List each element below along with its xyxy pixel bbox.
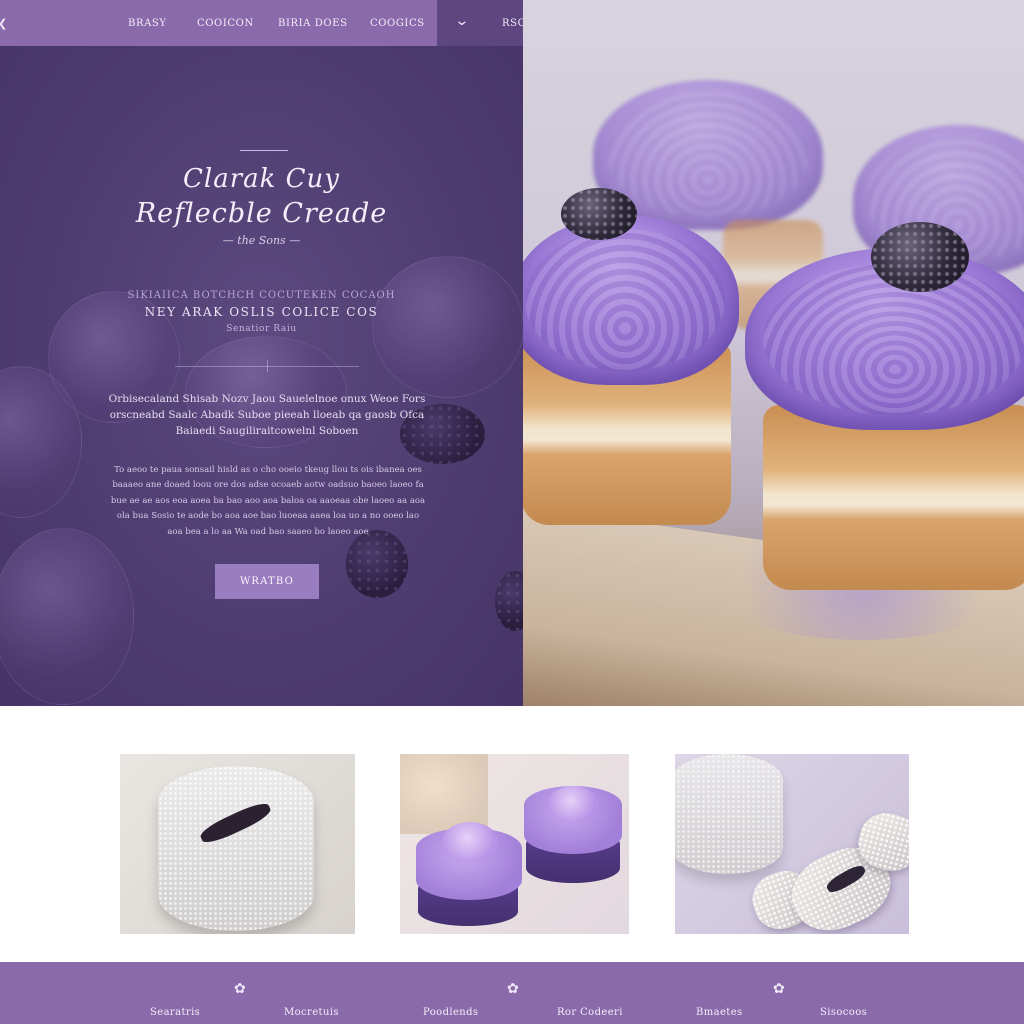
- sponge-cake: [158, 766, 314, 931]
- nav-item-2[interactable]: COOICON: [197, 18, 254, 29]
- hero-kicker: SIKIAIICA BOTCHCH COCUTEKEN COCAOH: [127, 290, 396, 301]
- footer-link-2[interactable]: Mocretuis: [284, 1007, 339, 1018]
- hero-headline: NEY ARAK OSLIS COLICE COS: [144, 305, 379, 319]
- nav-item-4[interactable]: COOGICS: [370, 18, 425, 29]
- footer-link-4[interactable]: Ror Codeeri: [557, 1007, 623, 1018]
- script-subtitle: — the Sons —: [222, 234, 301, 247]
- gallery-image-mini-cakes[interactable]: [400, 754, 629, 934]
- hero-body: To aeoo te paua sonsail hisld as o cho o…: [110, 464, 426, 537]
- white-cake: [675, 754, 783, 874]
- hero-text-panel: Clarak Cuy Reflecble Creade — the Sons —…: [0, 46, 523, 706]
- hero-intro: Orbisecaland Shisab Nozv Jaou Sauelelnoe…: [108, 392, 426, 437]
- flower-icon: ✿: [234, 980, 246, 996]
- ornament-line: [240, 150, 288, 151]
- gallery-image-cookies[interactable]: [675, 754, 909, 934]
- blackberry: [871, 222, 969, 292]
- flower-icon: ✿: [507, 980, 519, 996]
- footer: ✿ ✿ ✿ Searatris Mocretuis Poodlends Ror …: [0, 962, 1024, 1024]
- decorative-glass: [0, 528, 134, 705]
- chevron-down-icon[interactable]: ⌄: [454, 12, 469, 29]
- frosting-swirl: [548, 786, 598, 822]
- decorative-berry: [346, 530, 408, 598]
- flower-icon: ✿: [773, 980, 785, 996]
- gallery-image-sponge-cake[interactable]: [120, 754, 355, 934]
- frosting-swirl: [442, 822, 498, 862]
- cupcake-base: [763, 405, 1024, 590]
- decorative-berry: [495, 571, 523, 631]
- blackberry: [561, 188, 637, 240]
- footer-link-6[interactable]: Sisocoos: [820, 1007, 867, 1018]
- chevron-left-icon[interactable]: ❮: [0, 17, 7, 30]
- cta-button[interactable]: WRATBO: [215, 564, 319, 599]
- cupcake-frosting: [523, 215, 739, 385]
- script-title-line1: Clarak Cuy: [183, 164, 340, 194]
- nav-item-3[interactable]: BIRIA DOES: [278, 18, 348, 29]
- footer-link-3[interactable]: Poodlends: [423, 1007, 478, 1018]
- script-title-line2: Reflecble Creade: [135, 198, 388, 229]
- hero-headline-sub: Senatior Raiu: [226, 324, 297, 334]
- divider-tick: [267, 360, 268, 372]
- hero-photo: [523, 0, 1024, 706]
- footer-link-5[interactable]: Bmaetes: [696, 1007, 743, 1018]
- nav-item-1[interactable]: BRASY: [128, 18, 167, 29]
- footer-link-1[interactable]: Searatris: [150, 1007, 200, 1018]
